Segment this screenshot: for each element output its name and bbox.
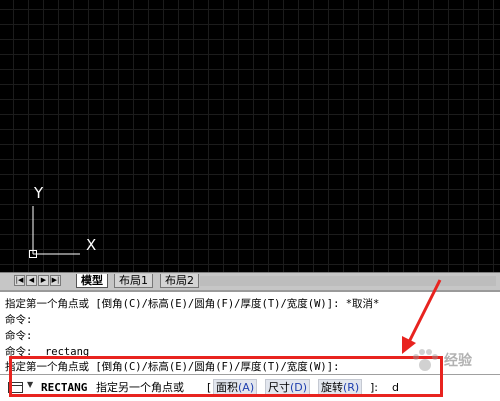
- option-area-key: (A): [238, 381, 255, 394]
- ucs-x-label: X: [86, 236, 96, 254]
- option-rotation-label: 旋转: [321, 381, 343, 394]
- options-bracket-open: [: [207, 381, 212, 394]
- chevron-down-icon[interactable]: ▼: [27, 380, 33, 389]
- history-line: 指定第一个角点或 [倒角(C)/标高(E)/圆角(F)/厚度(T)/宽度(W)]…: [5, 361, 340, 373]
- command-name: RECTANG: [41, 381, 88, 394]
- command-prompt: 指定另一个角点或: [96, 381, 184, 394]
- tab-nav-arrows: |◀ ◀ ▶ ▶|: [14, 275, 62, 286]
- history-line: 指定第一个角点或 [倒角(C)/标高(E)/圆角(F)/厚度(T)/宽度(W)]…: [5, 298, 380, 310]
- next-tab-button[interactable]: ▶: [38, 275, 49, 286]
- horizontal-scrollbar[interactable]: [200, 276, 496, 286]
- option-dimensions-key: (D): [290, 381, 308, 394]
- option-dimensions[interactable]: 尺寸(D): [265, 379, 311, 395]
- command-line[interactable]: ▼ RECTANG 指定另一个角点或 [ 面积(A) 尺寸(D) 旋转(R) ]…: [0, 374, 500, 401]
- ucs-icon: Y X: [29, 184, 96, 258]
- ucs-y-label: Y: [33, 184, 44, 202]
- option-area[interactable]: 面积(A): [213, 379, 258, 395]
- tab-model[interactable]: 模型: [76, 274, 108, 288]
- tab-layout2[interactable]: 布局2: [160, 274, 199, 288]
- prev-tab-button[interactable]: ◀: [26, 275, 37, 286]
- history-line: 命令:: [5, 314, 33, 326]
- option-area-label: 面积: [216, 381, 238, 394]
- drawing-canvas[interactable]: Y X: [0, 0, 500, 272]
- option-rotation-key: (R): [343, 381, 360, 394]
- layout-tab-bar: |◀ ◀ ▶ ▶| 模型 布局1 布局2: [0, 272, 500, 290]
- command-history: 指定第一个角点或 [倒角(C)/标高(E)/圆角(F)/厚度(T)/宽度(W)]…: [0, 290, 500, 376]
- tab-layout1[interactable]: 布局1: [114, 274, 153, 288]
- history-line: 命令:: [5, 330, 33, 342]
- last-tab-button[interactable]: ▶|: [50, 275, 61, 286]
- command-window-icon[interactable]: [8, 382, 24, 394]
- first-tab-button[interactable]: |◀: [14, 275, 25, 286]
- command-input[interactable]: d: [392, 381, 399, 394]
- history-line: 命令: rectang: [5, 346, 90, 358]
- option-dimensions-label: 尺寸: [268, 381, 290, 394]
- option-rotation[interactable]: 旋转(R): [318, 379, 363, 395]
- options-bracket-close: ]:: [370, 381, 378, 394]
